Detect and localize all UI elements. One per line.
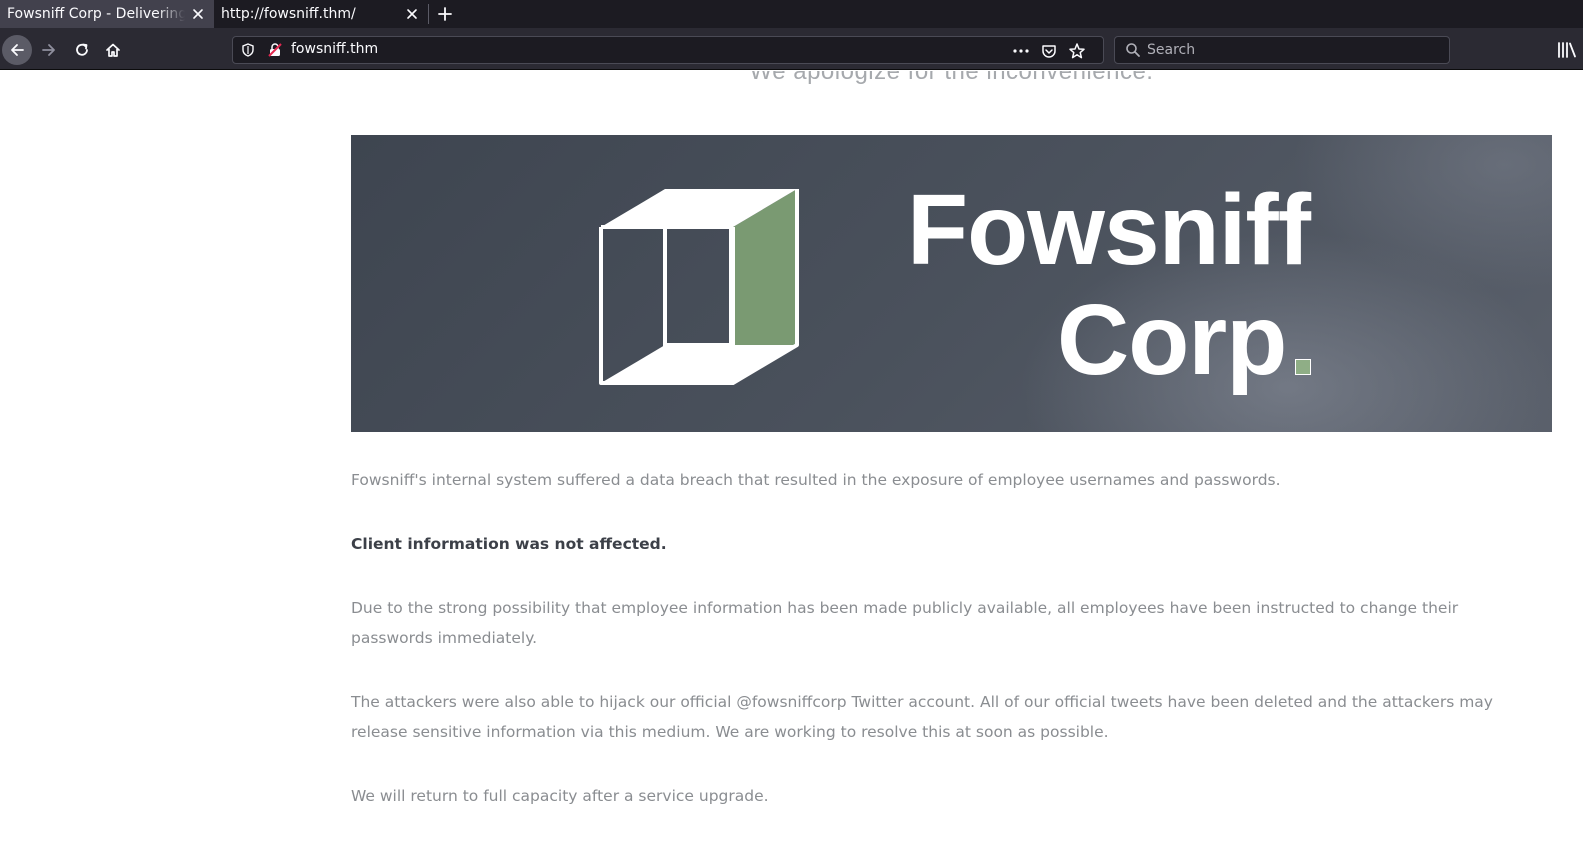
breach-notice: Fowsniff's internal system suffered a da…	[351, 465, 1531, 845]
reload-button[interactable]	[67, 35, 97, 65]
brand-name-line2: Corp	[1057, 284, 1287, 396]
star-icon[interactable]	[1067, 41, 1087, 61]
paragraph-breach: Fowsniff's internal system suffered a da…	[351, 471, 1281, 489]
tab-fowsniff-corp[interactable]: Fowsniff Corp - Delivering Solutions	[0, 0, 214, 28]
paragraph-twitter-hijack: The attackers were also able to hijack o…	[351, 693, 1493, 741]
arrow-right-icon	[42, 44, 55, 56]
new-tab-button[interactable]	[429, 0, 461, 28]
tab-strip: Fowsniff Corp - Delivering Solutions htt…	[0, 0, 1583, 28]
tab-title: Fowsniff Corp - Delivering Solutions	[7, 6, 185, 22]
close-icon[interactable]	[190, 6, 206, 22]
plus-icon	[438, 7, 452, 21]
more-icon[interactable]	[1011, 41, 1031, 61]
back-button[interactable]	[2, 35, 32, 65]
insecure-lock-icon[interactable]	[267, 42, 283, 58]
library-icon	[1558, 42, 1576, 58]
tab-title: http://fowsniff.thm/	[221, 6, 356, 22]
page-actions	[1011, 37, 1087, 65]
navigation-toolbar: fowsniff.thm	[0, 28, 1583, 70]
page-viewport[interactable]: We apologize for the inconvenience. Fows…	[0, 71, 1583, 864]
search-bar[interactable]	[1114, 36, 1450, 64]
close-icon[interactable]	[404, 6, 420, 22]
paragraph-password-change: Due to the strong possibility that emplo…	[351, 599, 1459, 647]
apology-heading: We apologize for the inconvenience.	[749, 71, 1154, 85]
fowsniff-banner: Fowsniff Corp	[351, 135, 1552, 432]
search-icon	[1125, 42, 1141, 58]
paragraph-client-info: Client information was not affected.	[351, 535, 667, 553]
paragraph-service-upgrade: We will return to full capacity after a …	[351, 787, 769, 805]
brand-name-line1: Fowsniff	[907, 174, 1311, 286]
library-button[interactable]	[1556, 40, 1578, 60]
shield-icon[interactable]	[240, 42, 256, 58]
url-text[interactable]: fowsniff.thm	[291, 41, 378, 57]
home-icon	[106, 43, 120, 57]
cube-logo-icon	[599, 189, 799, 385]
forward-button[interactable]	[34, 35, 64, 65]
home-button[interactable]	[98, 35, 128, 65]
pocket-icon[interactable]	[1039, 41, 1059, 61]
brand-accent-square	[1295, 359, 1311, 375]
tab-fowsniff-url[interactable]: http://fowsniff.thm/	[214, 0, 428, 28]
reload-icon	[76, 43, 88, 56]
arrow-left-icon	[11, 44, 24, 56]
search-input[interactable]	[1147, 40, 1437, 60]
url-bar[interactable]: fowsniff.thm	[232, 36, 1104, 64]
